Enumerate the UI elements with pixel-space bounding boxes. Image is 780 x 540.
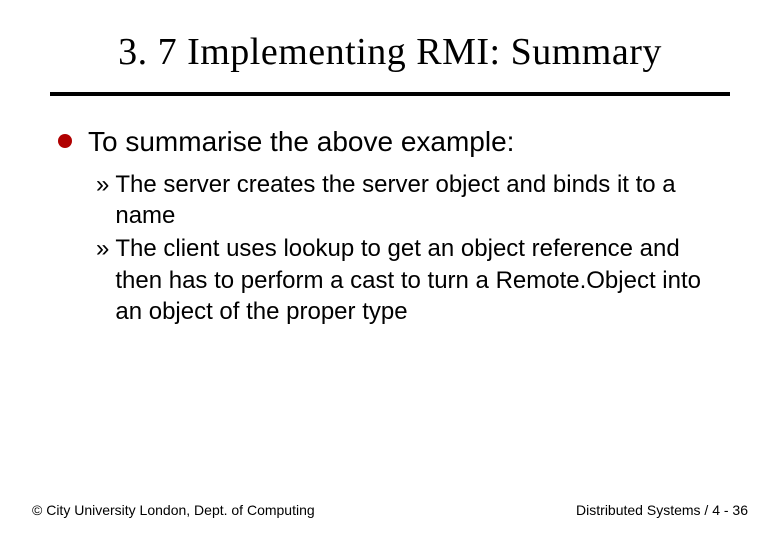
bullet-icon — [58, 134, 72, 148]
sub-bullet-text: The server creates the server object and… — [115, 169, 730, 231]
title-divider — [50, 92, 730, 96]
slide-footer: © City University London, Dept. of Compu… — [0, 502, 780, 518]
sub-bullet-marker-icon: » — [96, 233, 109, 264]
footer-copyright: © City University London, Dept. of Compu… — [32, 502, 315, 518]
slide-content: To summarise the above example: » The se… — [50, 124, 730, 327]
bullet-item: To summarise the above example: — [58, 124, 730, 159]
sub-bullet-text: The client uses lookup to get an object … — [115, 233, 730, 327]
sub-bullet-list: » The server creates the server object a… — [58, 169, 730, 327]
footer-page-number: Distributed Systems / 4 - 36 — [576, 502, 748, 518]
bullet-text: To summarise the above example: — [88, 124, 514, 159]
sub-bullet-marker-icon: » — [96, 169, 109, 200]
sub-bullet-item: » The client uses lookup to get an objec… — [96, 233, 730, 327]
slide-title: 3. 7 Implementing RMI: Summary — [50, 30, 730, 74]
slide: 3. 7 Implementing RMI: Summary To summar… — [0, 0, 780, 540]
sub-bullet-item: » The server creates the server object a… — [96, 169, 730, 231]
